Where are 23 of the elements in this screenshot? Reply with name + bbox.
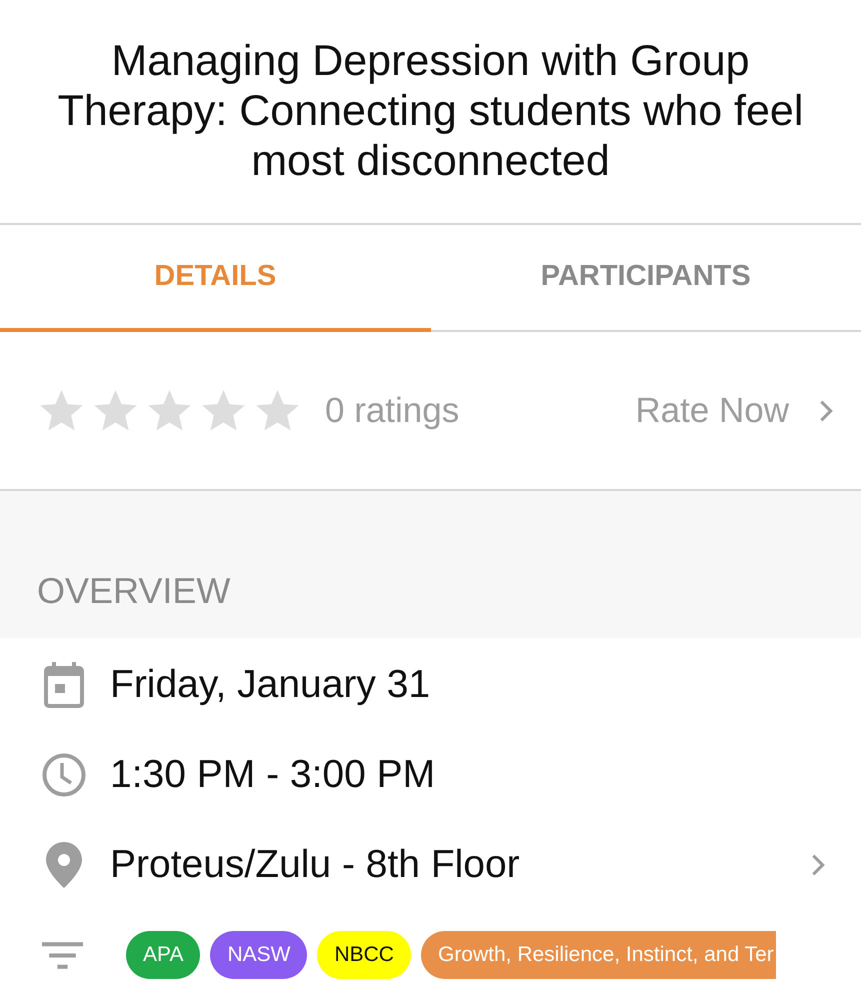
overview-heading: OVERVIEW: [37, 569, 230, 614]
tag: Growth, Resilience, Instinct, and Ter: [420, 931, 776, 980]
clock-icon: [42, 753, 86, 798]
location-text: Proteus/Zulu - 8th Floor: [110, 842, 520, 888]
tab[interactable]: DETAILS: [0, 224, 430, 332]
star-icon: [40, 390, 83, 432]
chevron-right-icon: [819, 398, 833, 423]
tag: NASW: [210, 931, 308, 980]
date-text: Friday, January 31: [110, 662, 430, 708]
filter-icon: [42, 942, 83, 969]
star-icon: [202, 390, 245, 432]
calendar-icon: [44, 662, 84, 708]
map-pin-icon: [46, 842, 82, 888]
star-icon: [256, 390, 299, 432]
time-text: 1:30 PM - 3:00 PM: [110, 752, 436, 798]
event-title: Managing Depression with Group Therapy: Connecting students who feel most disconnected: [56, 36, 804, 186]
star-icon: [148, 390, 191, 432]
star-icon: [94, 390, 137, 432]
tag: NBCC: [317, 931, 411, 980]
tag: APA: [126, 931, 200, 980]
ratings-count: 0 ratings: [325, 390, 460, 432]
tab[interactable]: PARTICIPANTS: [430, 224, 861, 332]
rate-now-link[interactable]: Rate Now: [635, 384, 833, 438]
